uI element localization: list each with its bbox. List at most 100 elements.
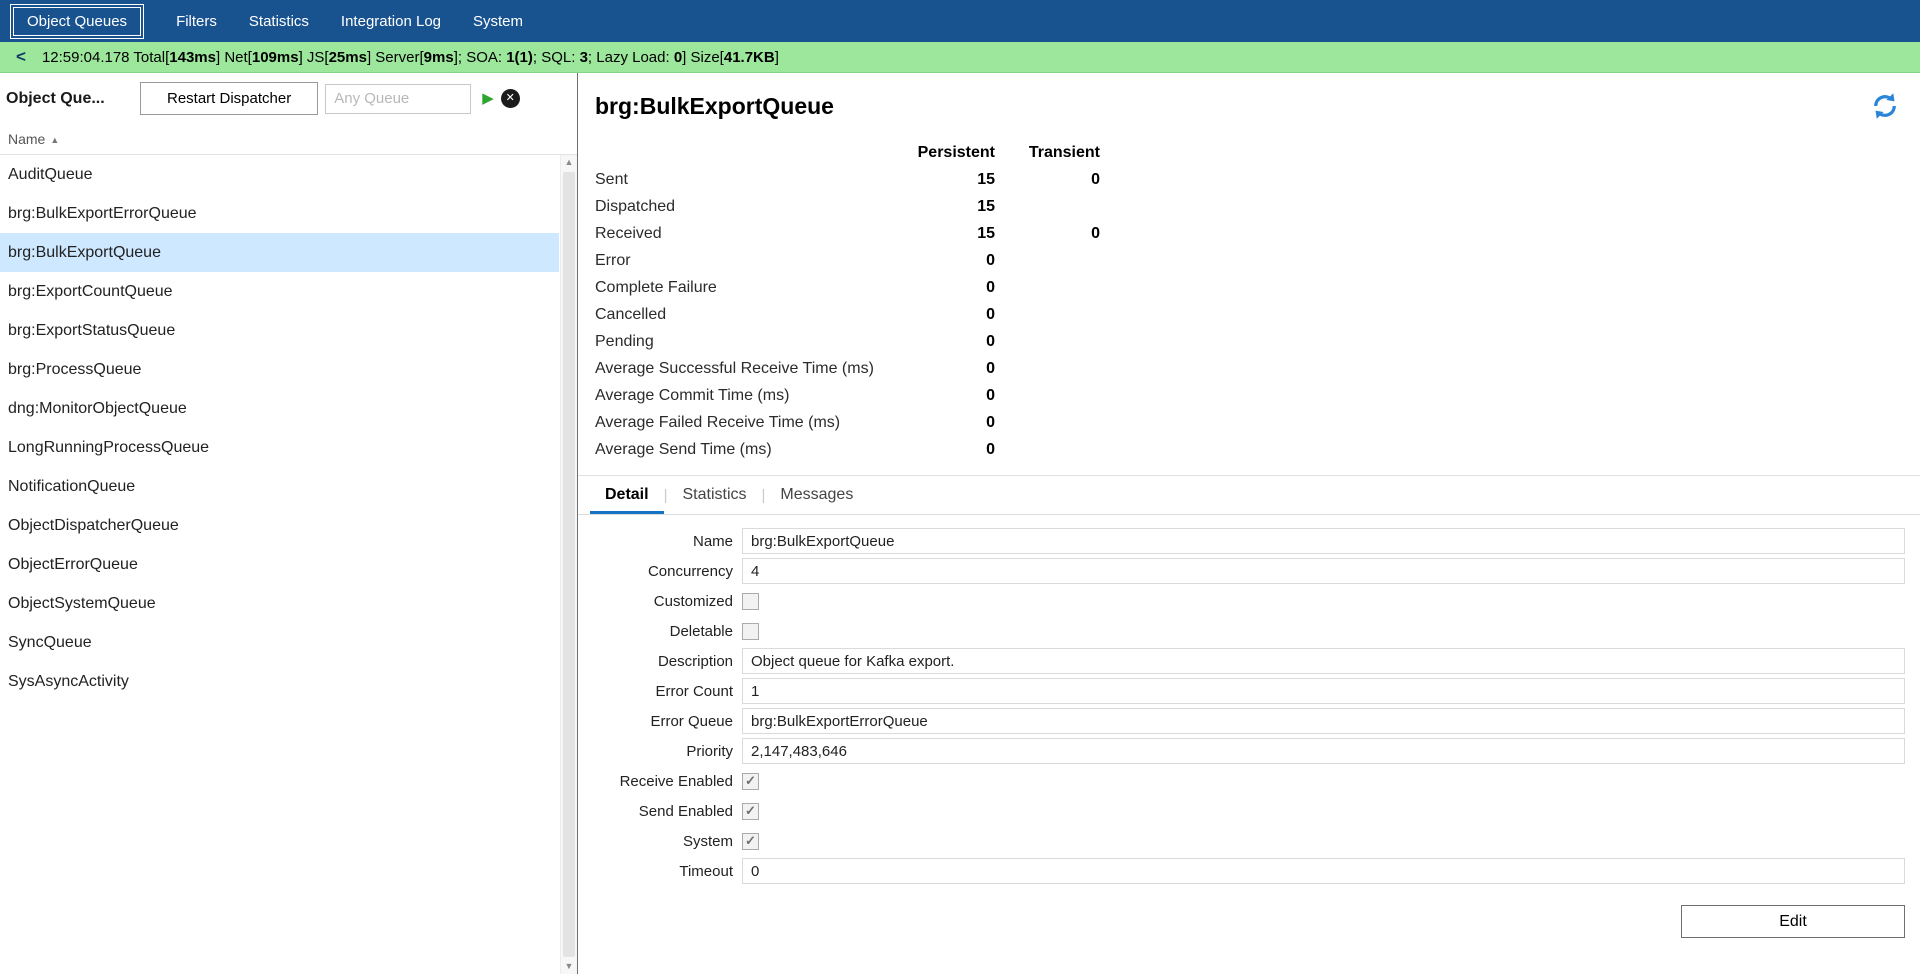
- back-chevron-icon[interactable]: <: [8, 47, 42, 67]
- table-row: Complete Failure 0: [595, 274, 1920, 301]
- detail-tabs: Detail | Statistics | Messages: [578, 475, 1920, 515]
- clear-circle-icon[interactable]: ✕: [501, 89, 520, 108]
- list-item[interactable]: ObjectSystemQueue: [0, 584, 559, 623]
- list-item[interactable]: brg:BulkExportErrorQueue: [0, 194, 559, 233]
- priority-field[interactable]: [742, 738, 1905, 764]
- field-label: Error Queue: [595, 713, 742, 730]
- form-row-system: System: [595, 826, 1920, 856]
- list-item[interactable]: AuditQueue: [0, 155, 559, 194]
- tab-detail[interactable]: Detail: [590, 476, 664, 514]
- status-part: 9ms: [424, 49, 454, 66]
- nav-tab-system[interactable]: System: [462, 6, 534, 37]
- detail-header: brg:BulkExportQueue: [595, 73, 1920, 126]
- queue-items: AuditQueue brg:BulkExportErrorQueue brg:…: [0, 155, 559, 701]
- error-queue-field[interactable]: [742, 708, 1905, 734]
- table-row: Average Commit Time (ms) 0: [595, 382, 1920, 409]
- nav-tab-statistics[interactable]: Statistics: [238, 6, 320, 37]
- vertical-scrollbar[interactable]: ▲ ▼: [560, 155, 577, 974]
- status-part: ]: [775, 49, 779, 66]
- sort-ascending-icon: ▲: [50, 135, 59, 145]
- list-item[interactable]: LongRunningProcessQueue: [0, 428, 559, 467]
- nav-tab-filters[interactable]: Filters: [165, 6, 228, 37]
- list-item[interactable]: brg:ExportCountQueue: [0, 272, 559, 311]
- table-row: Received 15 0: [595, 220, 1920, 247]
- tab-statistics[interactable]: Statistics: [667, 476, 761, 514]
- col-transient: Transient: [995, 139, 1100, 166]
- status-part: 109ms: [252, 49, 299, 66]
- form-row-error-queue: Error Queue: [595, 706, 1920, 736]
- nav-tab-label: Object Queues: [13, 7, 141, 36]
- field-label: Description: [595, 653, 742, 670]
- col-persistent: Persistent: [881, 139, 995, 166]
- form-row-receive-enabled: Receive Enabled: [595, 766, 1920, 796]
- form-row-error-count: Error Count: [595, 676, 1920, 706]
- queue-list: AuditQueue brg:BulkExportErrorQueue brg:…: [0, 155, 577, 974]
- status-part: ] Server[: [367, 49, 424, 66]
- list-item[interactable]: SysAsyncActivity: [0, 662, 559, 701]
- panel-title: Object Que...: [6, 90, 140, 108]
- edit-button[interactable]: Edit: [1681, 905, 1905, 938]
- detail-form: Name Concurrency Customized Deletable: [595, 526, 1920, 886]
- status-part: 25ms: [329, 49, 367, 66]
- queue-search-input[interactable]: [325, 84, 471, 114]
- status-part: 0: [674, 49, 682, 66]
- refresh-icon[interactable]: [1870, 91, 1900, 126]
- nav-tab-integration-log[interactable]: Integration Log: [330, 6, 452, 37]
- nav-tab-object-queues[interactable]: Object Queues: [10, 4, 144, 39]
- timeout-field[interactable]: [742, 858, 1905, 884]
- table-row: Sent 15 0: [595, 166, 1920, 193]
- status-part: 1(1): [506, 49, 533, 66]
- table-row: Average Successful Receive Time (ms) 0: [595, 355, 1920, 382]
- scrollbar-thumb[interactable]: [563, 172, 575, 957]
- table-row: Average Failed Receive Time (ms) 0: [595, 409, 1920, 436]
- list-item[interactable]: ObjectErrorQueue: [0, 545, 559, 584]
- list-item[interactable]: SyncQueue: [0, 623, 559, 662]
- form-row-send-enabled: Send Enabled: [595, 796, 1920, 826]
- page-title: brg:BulkExportQueue: [595, 93, 834, 120]
- list-item[interactable]: dng:MonitorObjectQueue: [0, 389, 559, 428]
- description-field[interactable]: [742, 648, 1905, 674]
- form-row-priority: Priority: [595, 736, 1920, 766]
- left-toolbar: Object Que... Restart Dispatcher ▶ ✕: [0, 73, 577, 122]
- table-row: Cancelled 0: [595, 301, 1920, 328]
- field-label: Timeout: [595, 863, 742, 880]
- name-field[interactable]: [742, 528, 1905, 554]
- form-row-name: Name: [595, 526, 1920, 556]
- receive-enabled-checkbox[interactable]: [742, 773, 759, 790]
- play-icon[interactable]: ▶: [482, 91, 494, 106]
- concurrency-field[interactable]: [742, 558, 1905, 584]
- queue-detail-panel: brg:BulkExportQueue Persistent Transient: [578, 73, 1920, 974]
- send-enabled-checkbox[interactable]: [742, 803, 759, 820]
- list-item[interactable]: ObjectDispatcherQueue: [0, 506, 559, 545]
- main-area: Object Que... Restart Dispatcher ▶ ✕ Nam…: [0, 73, 1920, 974]
- list-item-selected[interactable]: brg:BulkExportQueue: [0, 233, 559, 272]
- edit-row: Edit: [595, 905, 1905, 938]
- form-row-customized: Customized: [595, 586, 1920, 616]
- list-item[interactable]: brg:ExportStatusQueue: [0, 311, 559, 350]
- status-part: ; Lazy Load:: [588, 49, 674, 66]
- list-item[interactable]: brg:ProcessQueue: [0, 350, 559, 389]
- status-part: ] Size[: [682, 49, 724, 66]
- form-row-deletable: Deletable: [595, 616, 1920, 646]
- restart-dispatcher-button[interactable]: Restart Dispatcher: [140, 82, 318, 115]
- scroll-up-icon[interactable]: ▲: [565, 158, 574, 167]
- customized-checkbox[interactable]: [742, 593, 759, 610]
- queue-stats-table: Persistent Transient Sent 15 0 Dispatche…: [595, 139, 1920, 463]
- column-header-label: Name: [8, 131, 45, 147]
- deletable-checkbox[interactable]: [742, 623, 759, 640]
- status-part: ]; SOA:: [454, 49, 507, 66]
- form-row-description: Description: [595, 646, 1920, 676]
- field-label: Send Enabled: [595, 803, 742, 820]
- field-label: Customized: [595, 593, 742, 610]
- status-part: ] JS[: [299, 49, 329, 66]
- error-count-field[interactable]: [742, 678, 1905, 704]
- field-label: Priority: [595, 743, 742, 760]
- status-part: 3: [580, 49, 588, 66]
- form-row-concurrency: Concurrency: [595, 556, 1920, 586]
- scroll-down-icon[interactable]: ▼: [565, 962, 574, 971]
- list-item[interactable]: NotificationQueue: [0, 467, 559, 506]
- tab-messages[interactable]: Messages: [765, 476, 868, 514]
- system-checkbox[interactable]: [742, 833, 759, 850]
- app-window: Object Queues Filters Statistics Integra…: [0, 0, 1920, 974]
- column-header-name[interactable]: Name ▲: [0, 122, 577, 155]
